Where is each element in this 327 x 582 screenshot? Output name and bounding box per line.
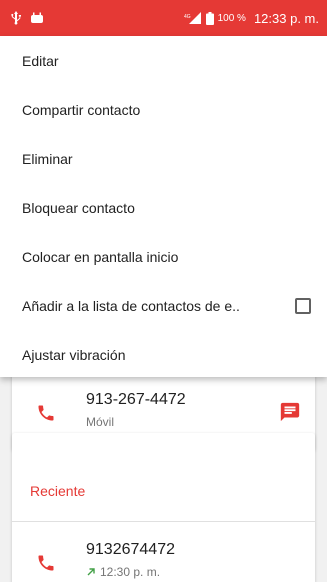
message-icon[interactable] xyxy=(279,401,301,423)
battery-icon xyxy=(205,11,214,25)
recent-card: Reciente 9132674472 12:30 p. m. xyxy=(12,433,315,582)
svg-text:4G: 4G xyxy=(184,14,191,20)
phone-icon[interactable] xyxy=(36,403,56,423)
recent-call-time: 12:30 p. m. xyxy=(100,565,161,579)
phone-number: 913-267-4472 xyxy=(86,391,186,408)
menu-item-label: Compartir contacto xyxy=(22,101,141,118)
divider xyxy=(12,521,315,522)
menu-item-label: Eliminar xyxy=(22,150,73,167)
menu-item-label: Colocar en pantalla inicio xyxy=(22,248,179,265)
phone-icon[interactable] xyxy=(36,553,56,573)
menu-item-anadir-lista-contactos[interactable]: Añadir a la lista de contactos de e.. xyxy=(0,281,327,330)
menu-item-colocar-en-pantalla-inicio[interactable]: Colocar en pantalla inicio xyxy=(0,232,327,281)
battery-percent: 100 % xyxy=(217,12,246,24)
menu-item-editar[interactable]: Editar xyxy=(0,36,327,85)
recent-call-meta: 12:30 p. m. xyxy=(86,565,160,579)
recent-call-number: 9132674472 xyxy=(86,541,175,558)
menu-item-compartir-contacto[interactable]: Compartir contacto xyxy=(0,85,327,134)
lte-signal-icon: 4G xyxy=(184,12,202,24)
menu-item-label: Añadir a la lista de contactos de e.. xyxy=(22,297,240,314)
menu-item-ajustar-vibracion[interactable]: Ajustar vibración xyxy=(0,330,327,379)
menu-item-bloquear-contacto[interactable]: Bloquear contacto xyxy=(0,183,327,232)
menu-item-label: Bloquear contacto xyxy=(22,199,135,216)
status-bar: 4G 100 % 12:33 p. m. xyxy=(0,0,327,36)
add-to-list-checkbox[interactable] xyxy=(295,297,311,314)
overflow-menu: Editar Compartir contacto Eliminar Bloqu… xyxy=(0,36,327,377)
recent-call-row[interactable]: 9132674472 12:30 p. m. xyxy=(12,533,315,582)
menu-item-eliminar[interactable]: Eliminar xyxy=(0,134,327,183)
menu-item-label: Editar xyxy=(22,52,59,69)
phone-type-label: Móvil xyxy=(86,415,115,429)
phone-type: Móvil xyxy=(86,415,114,429)
usb-icon xyxy=(10,11,22,25)
recent-title: Reciente xyxy=(30,483,86,499)
outgoing-call-arrow-icon xyxy=(86,567,96,577)
clock: 12:33 p. m. xyxy=(253,10,319,26)
android-icon xyxy=(30,12,44,24)
menu-item-label: Ajustar vibración xyxy=(22,346,126,363)
